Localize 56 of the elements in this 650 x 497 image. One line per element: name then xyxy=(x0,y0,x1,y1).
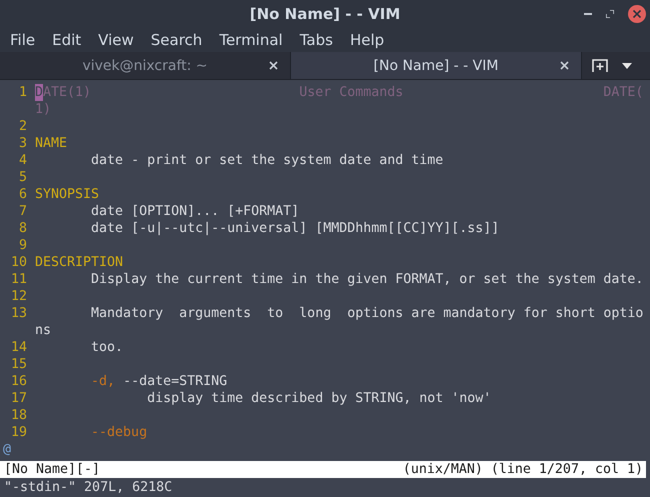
line-number: 1 xyxy=(18,84,28,101)
menu-item[interactable]: Search xyxy=(150,31,202,49)
man-text: ns xyxy=(35,322,52,339)
close-icon[interactable] xyxy=(560,61,569,70)
line-number: 5 xyxy=(18,169,28,186)
man-header-text: ATE(1) User Commands DATE( xyxy=(43,84,644,101)
line-number: 13 xyxy=(10,305,28,322)
line-number: 16 xyxy=(10,373,28,390)
menu-item[interactable]: Help xyxy=(350,31,384,49)
line-number: 15 xyxy=(10,356,28,373)
window-title: [No Name] - - VIM xyxy=(250,5,400,23)
status-filename: [No Name][-] xyxy=(4,461,100,478)
line-number: 18 xyxy=(10,407,28,424)
man-text: date [-u|--utc|--universal] [MMDDhhmm[[CC]YY][.ss]] xyxy=(90,220,500,237)
line-number: 8 xyxy=(18,220,28,237)
option-text: --debug xyxy=(91,424,148,441)
line-number: 19 xyxy=(10,424,28,441)
caret-icon[interactable] xyxy=(622,62,632,68)
section-heading: SYNOPSIS xyxy=(35,186,100,203)
close-icon[interactable] xyxy=(628,5,646,23)
line-number: 17 xyxy=(10,390,28,407)
menu-item[interactable]: Tabs xyxy=(300,31,333,49)
line-number: 4 xyxy=(18,152,28,169)
menu-item[interactable]: File xyxy=(10,31,36,49)
man-text: Display the current time in the given FORMAT, or set the system date. xyxy=(90,271,644,288)
man-text: too. xyxy=(90,339,124,356)
option-text: -d, xyxy=(91,373,116,390)
section-heading: DESCRIPTION xyxy=(35,254,124,271)
minimize-icon[interactable] xyxy=(584,12,592,16)
line-number: 10 xyxy=(10,254,28,271)
line-number: 9 xyxy=(18,237,28,254)
line-number: 3 xyxy=(18,135,28,152)
overflow-marker: @ xyxy=(3,441,12,458)
close-icon[interactable] xyxy=(269,61,278,70)
line-number: 7 xyxy=(18,203,28,220)
man-text: --date=STRING xyxy=(122,373,228,390)
menu-item[interactable]: Terminal xyxy=(219,31,283,49)
line-number: 6 xyxy=(18,186,28,203)
line-number: 2 xyxy=(18,118,28,135)
line-number: 14 xyxy=(10,339,28,356)
maximize-icon[interactable] xyxy=(606,10,614,18)
menu-item[interactable]: Edit xyxy=(52,31,82,49)
section-heading: NAME xyxy=(35,135,68,152)
man-text: display time described by STRING, not 'now' xyxy=(146,390,492,407)
status-position: (unix/MAN) (line 1/207, col 1) xyxy=(402,461,643,478)
line-number: 12 xyxy=(10,288,28,305)
line-number: 11 xyxy=(10,271,28,288)
new-tab-icon[interactable] xyxy=(592,58,608,72)
menu-item[interactable]: View xyxy=(98,31,134,49)
command-line: "-stdin-" 207L, 6218C xyxy=(3,479,174,497)
man-text: date [OPTION]... [+FORMAT] xyxy=(90,203,300,220)
man-header-text: 1) xyxy=(35,101,52,118)
man-text: Mandatory arguments to long options are mandatory for short optio xyxy=(90,305,644,322)
text-cursor: D xyxy=(35,84,44,101)
terminal-tab[interactable]: [No Name] - - VIM xyxy=(291,52,582,79)
man-text: date - print or set the system date and time xyxy=(90,152,444,169)
